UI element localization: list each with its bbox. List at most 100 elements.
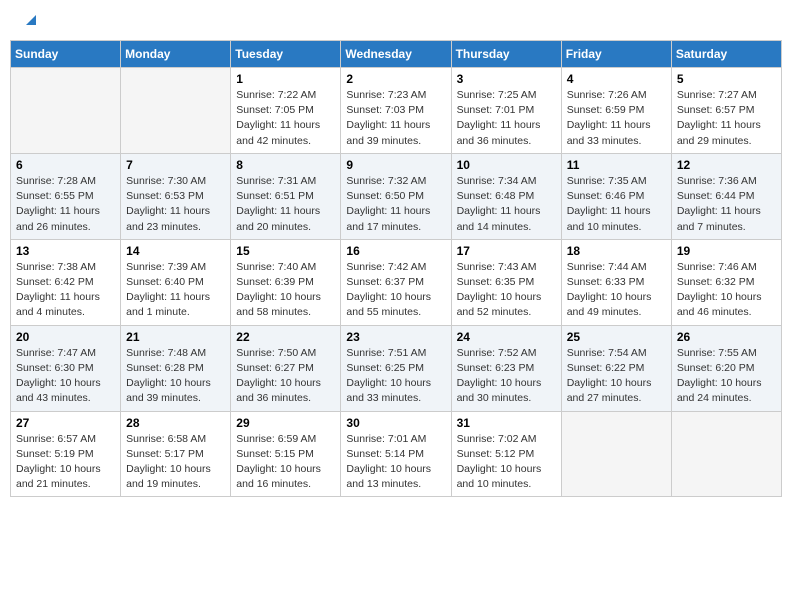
day-info: Sunrise: 7:47 AM Sunset: 6:30 PM Dayligh… — [16, 346, 115, 407]
calendar-cell: 27 Sunrise: 6:57 AM Sunset: 5:19 PM Dayli… — [11, 411, 121, 497]
day-info: Sunrise: 6:57 AM Sunset: 5:19 PM Dayligh… — [16, 432, 115, 493]
day-info: Sunrise: 7:34 AM Sunset: 6:48 PM Dayligh… — [457, 174, 556, 235]
calendar-cell: 22 Sunrise: 7:50 AM Sunset: 6:27 PM Dayli… — [231, 325, 341, 411]
logo — [20, 15, 38, 27]
day-info: Sunrise: 7:55 AM Sunset: 6:20 PM Dayligh… — [677, 346, 776, 407]
calendar-cell: 13 Sunrise: 7:38 AM Sunset: 6:42 PM Dayli… — [11, 239, 121, 325]
calendar-cell: 19Sunrise: 7:46 AM Sunset: 6:32 PM Dayli… — [671, 239, 781, 325]
day-info: Sunrise: 7:27 AM Sunset: 6:57 PM Dayligh… — [677, 88, 776, 149]
calendar-cell: 30 Sunrise: 7:01 AM Sunset: 5:14 PM Dayli… — [341, 411, 451, 497]
day-info: Sunrise: 7:28 AM Sunset: 6:55 PM Dayligh… — [16, 174, 115, 235]
calendar-cell: 12 Sunrise: 7:36 AM Sunset: 6:44 PM Dayli… — [671, 153, 781, 239]
calendar-week-row: 20 Sunrise: 7:47 AM Sunset: 6:30 PM Dayli… — [11, 325, 782, 411]
day-number: 19 — [677, 244, 776, 258]
day-number: 23 — [346, 330, 445, 344]
calendar-cell: 16 Sunrise: 7:42 AM Sunset: 6:37 PM Dayli… — [341, 239, 451, 325]
weekday-header-friday: Friday — [561, 41, 671, 68]
day-number: 14 — [126, 244, 225, 258]
calendar-cell — [11, 68, 121, 154]
day-info: Sunrise: 7:40 AM Sunset: 6:39 PM Dayligh… — [236, 260, 335, 321]
calendar-cell: 17 Sunrise: 7:43 AM Sunset: 6:35 PM Dayli… — [451, 239, 561, 325]
day-number: 6 — [16, 158, 115, 172]
weekday-header-row: SundayMondayTuesdayWednesdayThursdayFrid… — [11, 41, 782, 68]
day-number: 17 — [457, 244, 556, 258]
calendar-cell: 21 Sunrise: 7:48 AM Sunset: 6:28 PM Dayli… — [121, 325, 231, 411]
day-info: Sunrise: 7:42 AM Sunset: 6:37 PM Dayligh… — [346, 260, 445, 321]
weekday-header-sunday: Sunday — [11, 41, 121, 68]
calendar-cell: 26Sunrise: 7:55 AM Sunset: 6:20 PM Dayli… — [671, 325, 781, 411]
calendar-cell: 10Sunrise: 7:34 AM Sunset: 6:48 PM Dayli… — [451, 153, 561, 239]
day-info: Sunrise: 7:26 AM Sunset: 6:59 PM Dayligh… — [567, 88, 666, 149]
day-number: 24 — [457, 330, 556, 344]
calendar-cell: 18 Sunrise: 7:44 AM Sunset: 6:33 PM Dayli… — [561, 239, 671, 325]
calendar-week-row: 13 Sunrise: 7:38 AM Sunset: 6:42 PM Dayli… — [11, 239, 782, 325]
calendar-cell: 28 Sunrise: 6:58 AM Sunset: 5:17 PM Dayli… — [121, 411, 231, 497]
day-info: Sunrise: 7:39 AM Sunset: 6:40 PM Dayligh… — [126, 260, 225, 321]
day-number: 22 — [236, 330, 335, 344]
day-info: Sunrise: 7:44 AM Sunset: 6:33 PM Dayligh… — [567, 260, 666, 321]
weekday-header-thursday: Thursday — [451, 41, 561, 68]
day-number: 28 — [126, 416, 225, 430]
day-info: Sunrise: 7:02 AM Sunset: 5:12 PM Dayligh… — [457, 432, 556, 493]
calendar-week-row: 27 Sunrise: 6:57 AM Sunset: 5:19 PM Dayli… — [11, 411, 782, 497]
day-info: Sunrise: 7:52 AM Sunset: 6:23 PM Dayligh… — [457, 346, 556, 407]
calendar-cell: 25Sunrise: 7:54 AM Sunset: 6:22 PM Dayli… — [561, 325, 671, 411]
day-number: 29 — [236, 416, 335, 430]
day-number: 15 — [236, 244, 335, 258]
day-info: Sunrise: 7:22 AM Sunset: 7:05 PM Dayligh… — [236, 88, 335, 149]
day-info: Sunrise: 7:54 AM Sunset: 6:22 PM Dayligh… — [567, 346, 666, 407]
weekday-header-saturday: Saturday — [671, 41, 781, 68]
day-info: Sunrise: 7:25 AM Sunset: 7:01 PM Dayligh… — [457, 88, 556, 149]
logo-icon — [22, 11, 38, 27]
page-header — [10, 10, 782, 32]
calendar-cell — [561, 411, 671, 497]
day-info: Sunrise: 7:30 AM Sunset: 6:53 PM Dayligh… — [126, 174, 225, 235]
day-number: 7 — [126, 158, 225, 172]
day-info: Sunrise: 6:58 AM Sunset: 5:17 PM Dayligh… — [126, 432, 225, 493]
weekday-header-tuesday: Tuesday — [231, 41, 341, 68]
day-number: 21 — [126, 330, 225, 344]
calendar-cell: 4 Sunrise: 7:26 AM Sunset: 6:59 PM Daylig… — [561, 68, 671, 154]
day-number: 2 — [346, 72, 445, 86]
day-number: 31 — [457, 416, 556, 430]
day-number: 13 — [16, 244, 115, 258]
calendar-cell — [121, 68, 231, 154]
calendar-cell: 5 Sunrise: 7:27 AM Sunset: 6:57 PM Daylig… — [671, 68, 781, 154]
day-number: 4 — [567, 72, 666, 86]
day-number: 18 — [567, 244, 666, 258]
calendar-week-row: 1 Sunrise: 7:22 AM Sunset: 7:05 PM Daylig… — [11, 68, 782, 154]
day-number: 12 — [677, 158, 776, 172]
calendar-cell: 23 Sunrise: 7:51 AM Sunset: 6:25 PM Dayli… — [341, 325, 451, 411]
day-number: 16 — [346, 244, 445, 258]
calendar-cell: 24 Sunrise: 7:52 AM Sunset: 6:23 PM Dayli… — [451, 325, 561, 411]
day-number: 3 — [457, 72, 556, 86]
day-info: Sunrise: 7:43 AM Sunset: 6:35 PM Dayligh… — [457, 260, 556, 321]
day-info: Sunrise: 7:01 AM Sunset: 5:14 PM Dayligh… — [346, 432, 445, 493]
calendar-cell: 29 Sunrise: 6:59 AM Sunset: 5:15 PM Dayli… — [231, 411, 341, 497]
calendar-cell: 3 Sunrise: 7:25 AM Sunset: 7:01 PM Daylig… — [451, 68, 561, 154]
calendar-cell: 9Sunrise: 7:32 AM Sunset: 6:50 PM Daylig… — [341, 153, 451, 239]
day-info: Sunrise: 7:38 AM Sunset: 6:42 PM Dayligh… — [16, 260, 115, 321]
day-info: Sunrise: 7:51 AM Sunset: 6:25 PM Dayligh… — [346, 346, 445, 407]
calendar-cell: 6 Sunrise: 7:28 AM Sunset: 6:55 PM Daylig… — [11, 153, 121, 239]
day-number: 27 — [16, 416, 115, 430]
day-number: 5 — [677, 72, 776, 86]
calendar-table: SundayMondayTuesdayWednesdayThursdayFrid… — [10, 40, 782, 497]
day-info: Sunrise: 7:32 AM Sunset: 6:50 PM Dayligh… — [346, 174, 445, 235]
day-info: Sunrise: 7:36 AM Sunset: 6:44 PM Dayligh… — [677, 174, 776, 235]
day-number: 20 — [16, 330, 115, 344]
day-info: Sunrise: 7:48 AM Sunset: 6:28 PM Dayligh… — [126, 346, 225, 407]
calendar-cell: 8Sunrise: 7:31 AM Sunset: 6:51 PM Daylig… — [231, 153, 341, 239]
calendar-cell: 11Sunrise: 7:35 AM Sunset: 6:46 PM Dayli… — [561, 153, 671, 239]
day-number: 8 — [236, 158, 335, 172]
day-info: Sunrise: 7:35 AM Sunset: 6:46 PM Dayligh… — [567, 174, 666, 235]
day-number: 1 — [236, 72, 335, 86]
calendar-cell: 15 Sunrise: 7:40 AM Sunset: 6:39 PM Dayli… — [231, 239, 341, 325]
day-number: 30 — [346, 416, 445, 430]
day-info: Sunrise: 6:59 AM Sunset: 5:15 PM Dayligh… — [236, 432, 335, 493]
calendar-cell: 1 Sunrise: 7:22 AM Sunset: 7:05 PM Daylig… — [231, 68, 341, 154]
weekday-header-monday: Monday — [121, 41, 231, 68]
calendar-cell: 14 Sunrise: 7:39 AM Sunset: 6:40 PM Dayli… — [121, 239, 231, 325]
weekday-header-wednesday: Wednesday — [341, 41, 451, 68]
day-info: Sunrise: 7:50 AM Sunset: 6:27 PM Dayligh… — [236, 346, 335, 407]
